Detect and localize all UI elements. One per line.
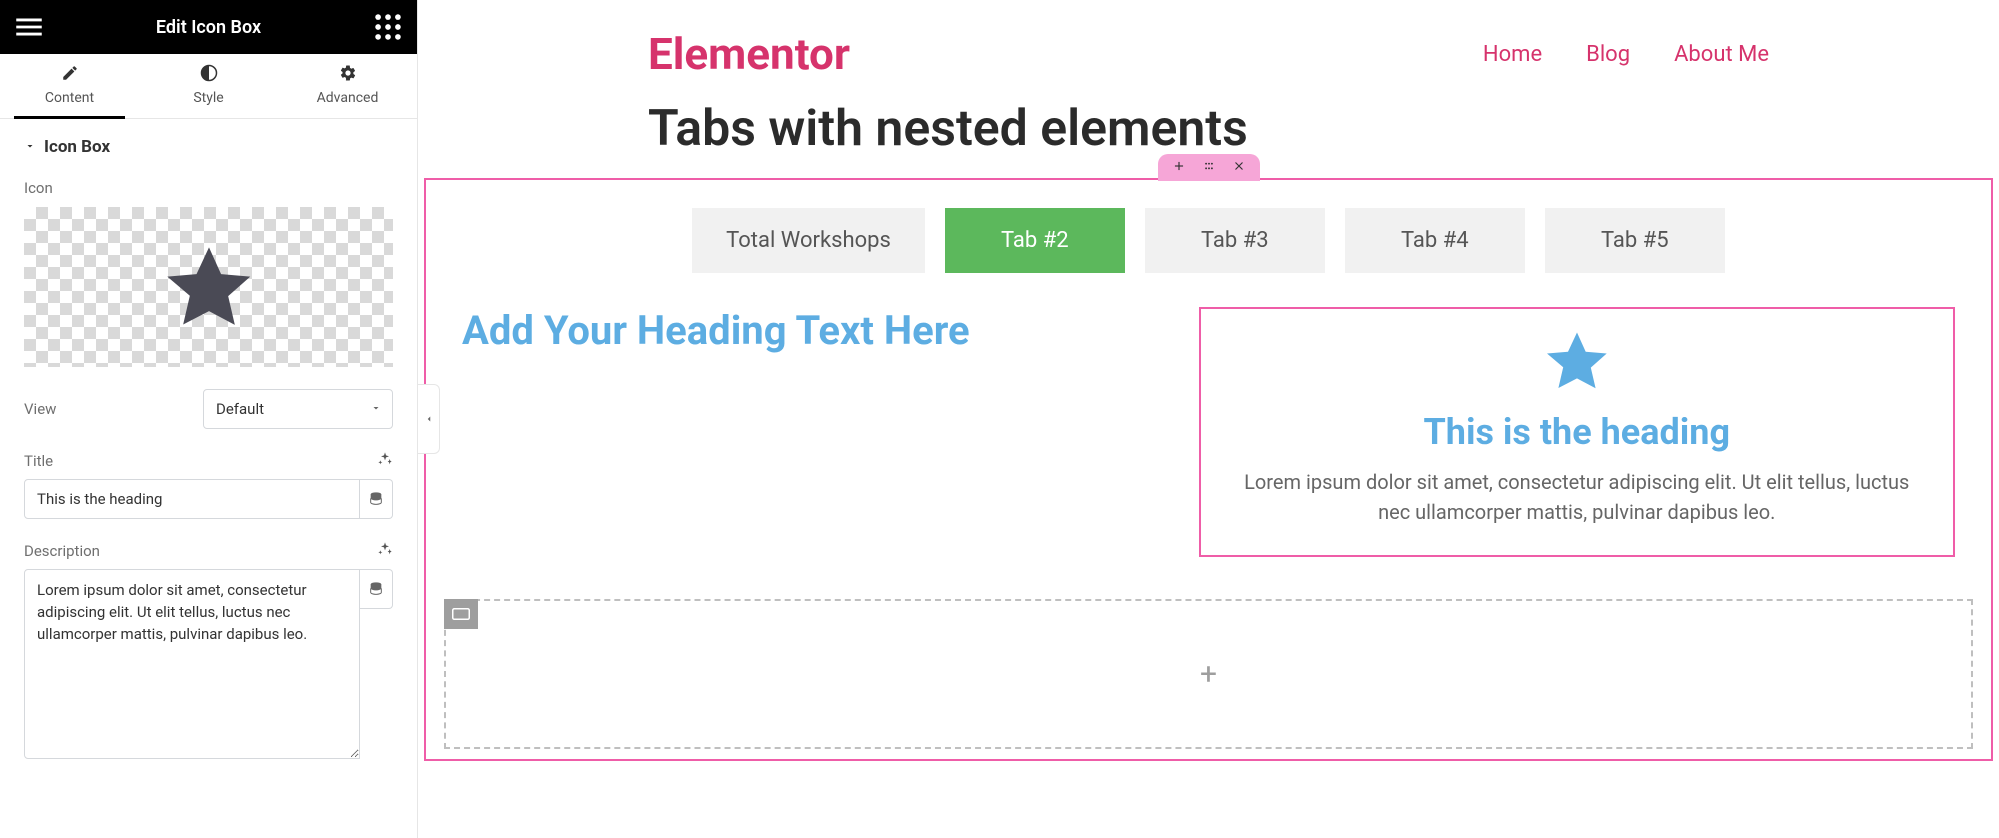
contrast-icon bbox=[139, 64, 278, 86]
iconbox-widget[interactable]: This is the heading Lorem ipsum dolor si… bbox=[1199, 307, 1956, 557]
chevron-down-icon bbox=[370, 400, 382, 418]
section-title: Icon Box bbox=[44, 137, 110, 157]
pencil-icon bbox=[0, 64, 139, 86]
menu-icon[interactable] bbox=[12, 10, 46, 44]
gear-icon bbox=[278, 64, 417, 86]
chevron-left-icon bbox=[424, 414, 434, 424]
add-widget-button[interactable]: + bbox=[1200, 657, 1217, 692]
delete-section-button[interactable] bbox=[1232, 158, 1246, 177]
tab-content-label: Content bbox=[45, 90, 94, 106]
panel-title: Edit Icon Box bbox=[46, 17, 371, 38]
container-type-icon bbox=[444, 599, 478, 629]
widgets-icon[interactable] bbox=[371, 10, 405, 44]
description-textarea[interactable] bbox=[24, 569, 360, 759]
database-icon bbox=[368, 491, 384, 507]
site-brand: Elementor bbox=[648, 28, 850, 80]
panel-collapse-button[interactable] bbox=[418, 384, 440, 454]
tab-advanced[interactable]: Advanced bbox=[278, 54, 417, 118]
icon-label: Icon bbox=[24, 179, 393, 197]
tab-content: Add Your Heading Text Here This is the h… bbox=[426, 291, 1991, 581]
tab-style[interactable]: Style bbox=[139, 54, 278, 118]
panel-tabs: Content Style Advanced bbox=[0, 54, 417, 119]
view-select[interactable]: Default bbox=[203, 389, 393, 429]
panel-header: Edit Icon Box bbox=[0, 0, 417, 54]
iconbox-description: Lorem ipsum dolor sit amet, consectetur … bbox=[1229, 467, 1926, 527]
preview-canvas: Elementor Home Blog About Me Tabs with n… bbox=[418, 0, 1999, 838]
title-input[interactable] bbox=[24, 479, 360, 519]
section-handle bbox=[1158, 154, 1260, 181]
database-icon bbox=[368, 581, 384, 597]
tab-button-3[interactable]: Tab #4 bbox=[1345, 208, 1525, 273]
iconbox-title: This is the heading bbox=[1229, 411, 1926, 453]
section-toggle-iconbox[interactable]: Icon Box bbox=[24, 137, 393, 157]
tab-advanced-label: Advanced bbox=[317, 90, 379, 106]
drag-section-handle[interactable] bbox=[1202, 158, 1216, 177]
add-section-button[interactable] bbox=[1172, 158, 1186, 177]
nav-blog[interactable]: Blog bbox=[1586, 42, 1630, 67]
icon-picker[interactable] bbox=[24, 207, 393, 367]
heading-widget[interactable]: Add Your Heading Text Here bbox=[462, 307, 1159, 557]
tabs-row: Total Workshops Tab #2 Tab #3 Tab #4 Tab… bbox=[426, 180, 1991, 291]
dynamic-tags-button[interactable] bbox=[360, 569, 393, 609]
tab-button-0[interactable]: Total Workshops bbox=[692, 208, 925, 273]
star-icon bbox=[1229, 325, 1926, 401]
tab-style-label: Style bbox=[193, 90, 223, 106]
empty-container[interactable]: + bbox=[444, 599, 1973, 749]
panel-body: Icon Box Icon View Default Title Descrip… bbox=[0, 119, 417, 838]
view-label: View bbox=[24, 400, 56, 418]
nav-about[interactable]: About Me bbox=[1674, 42, 1769, 67]
ai-sparkle-icon[interactable] bbox=[377, 451, 393, 471]
nav-home[interactable]: Home bbox=[1483, 42, 1542, 67]
title-label: Title bbox=[24, 452, 53, 470]
tab-content[interactable]: Content bbox=[0, 54, 139, 118]
tab-button-1[interactable]: Tab #2 bbox=[945, 208, 1125, 273]
star-icon bbox=[159, 237, 259, 337]
site-header: Elementor Home Blog About Me bbox=[418, 0, 1999, 100]
view-select-value: Default bbox=[216, 400, 264, 418]
caret-down-icon bbox=[24, 137, 36, 157]
tab-button-2[interactable]: Tab #3 bbox=[1145, 208, 1325, 273]
description-label: Description bbox=[24, 542, 100, 560]
tab-button-4[interactable]: Tab #5 bbox=[1545, 208, 1725, 273]
editor-panel: Edit Icon Box Content Style Advanced Ico… bbox=[0, 0, 418, 838]
tabs-section[interactable]: Total Workshops Tab #2 Tab #3 Tab #4 Tab… bbox=[424, 178, 1993, 761]
dynamic-tags-button[interactable] bbox=[360, 479, 393, 519]
site-nav: Home Blog About Me bbox=[1483, 42, 1769, 67]
ai-sparkle-icon[interactable] bbox=[377, 541, 393, 561]
